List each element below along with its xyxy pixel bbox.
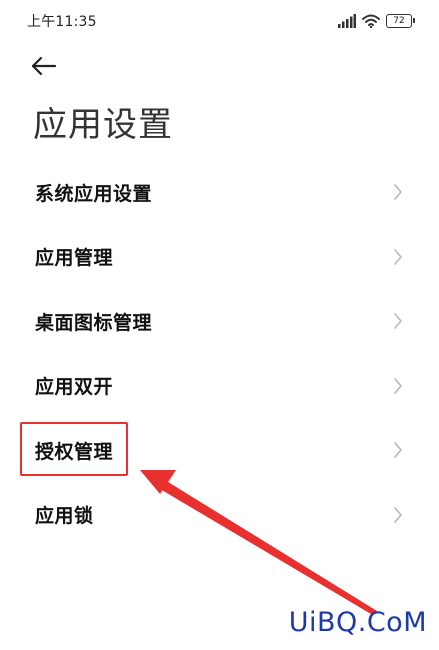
list-item-label: 桌面图标管理 xyxy=(35,311,153,334)
chevron-right-icon xyxy=(394,506,402,523)
list-item-label: 应用管理 xyxy=(35,247,114,270)
app-settings-screen: 上午11:35 72 应用设置 系统应用设置 应用管理 桌面图标管理 应用双开 … xyxy=(0,0,439,650)
status-time: 上午11:35 xyxy=(27,14,97,30)
settings-list: 系统应用设置 应用管理 桌面图标管理 应用双开 授权管理 应用锁 xyxy=(0,160,439,547)
chevron-right-icon xyxy=(394,313,402,330)
page-title: 应用设置 xyxy=(33,105,173,145)
list-item-app-management[interactable]: 应用管理 xyxy=(0,225,439,290)
highlight-box xyxy=(20,422,128,476)
battery-icon: 72 xyxy=(386,14,415,28)
chevron-right-icon xyxy=(394,248,402,265)
chevron-right-icon xyxy=(394,442,402,459)
list-item-system-app-settings[interactable]: 系统应用设置 xyxy=(0,160,439,225)
watermark: UiBQ.CoM xyxy=(288,607,427,638)
chevron-right-icon xyxy=(394,184,402,201)
status-bar: 上午11:35 72 xyxy=(0,0,439,40)
list-item-app-lock[interactable]: 应用锁 xyxy=(0,483,439,548)
list-item-dual-apps[interactable]: 应用双开 xyxy=(0,354,439,419)
list-item-label: 应用锁 xyxy=(35,505,94,528)
back-arrow-icon xyxy=(31,56,57,76)
signal-icon xyxy=(338,14,356,28)
back-button[interactable] xyxy=(30,50,66,82)
wifi-icon xyxy=(362,14,380,28)
list-item-label: 系统应用设置 xyxy=(35,182,153,205)
list-item-desktop-icon-management[interactable]: 桌面图标管理 xyxy=(0,289,439,354)
status-icons: 72 xyxy=(338,12,415,30)
battery-level: 72 xyxy=(393,15,405,26)
chevron-right-icon xyxy=(394,377,402,394)
list-item-label: 应用双开 xyxy=(35,376,114,399)
